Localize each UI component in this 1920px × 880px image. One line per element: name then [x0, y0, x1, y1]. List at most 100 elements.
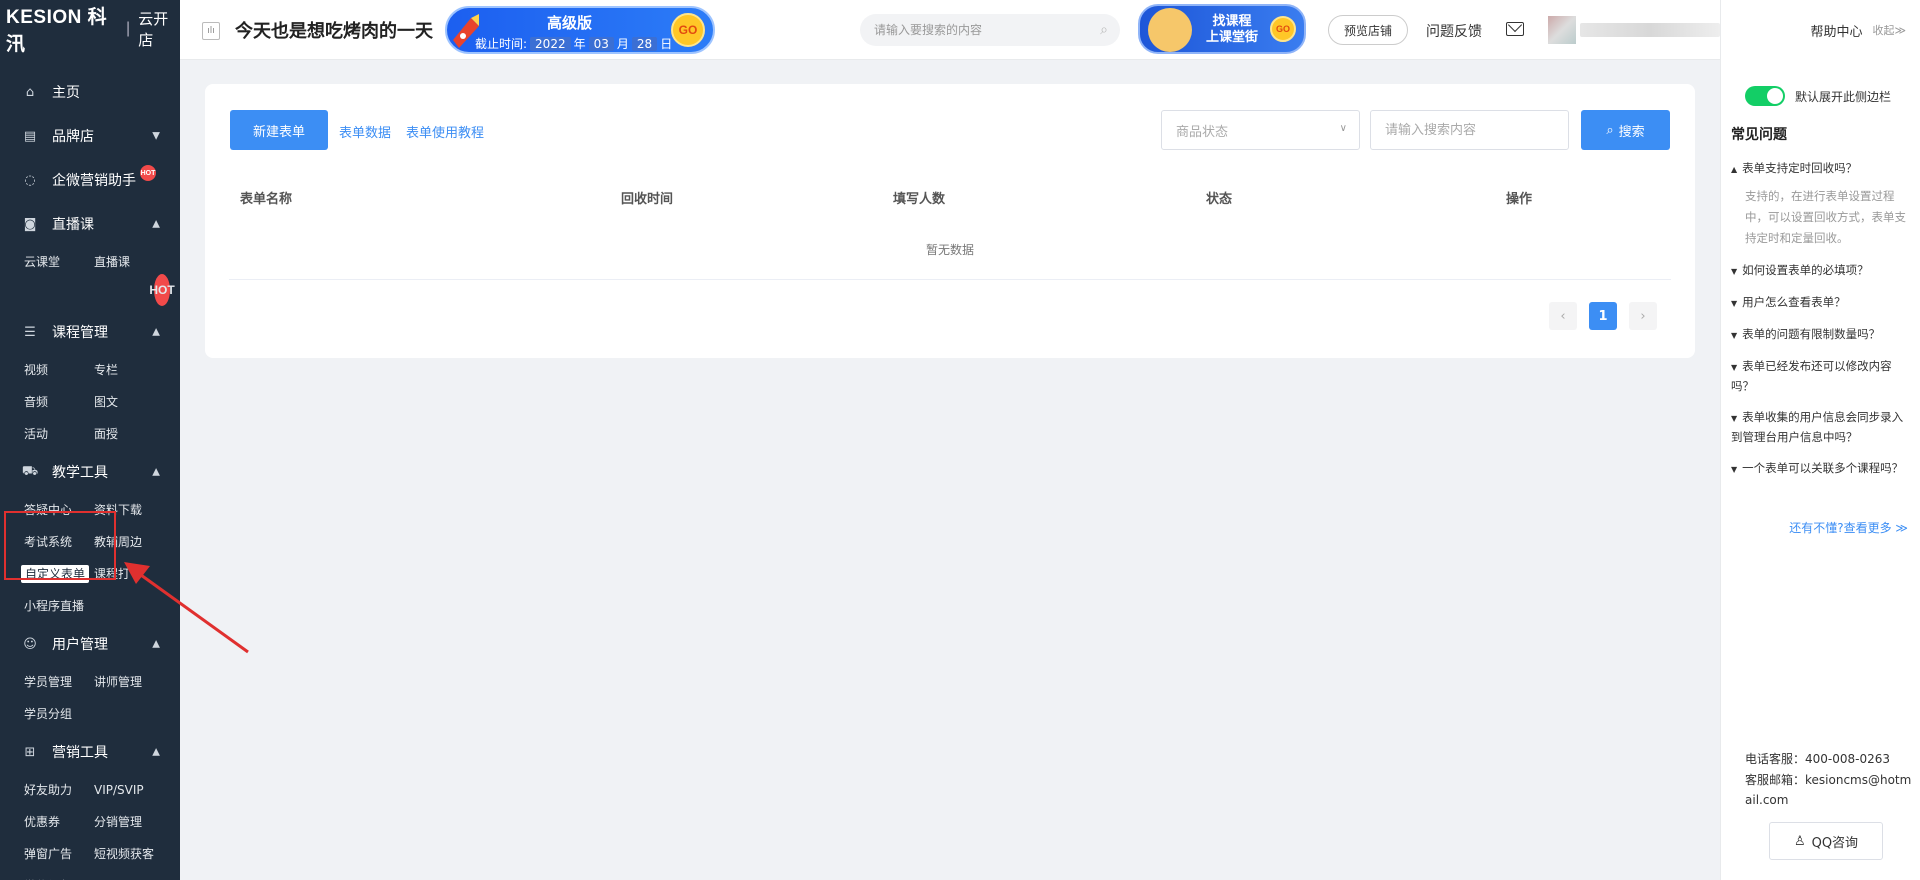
logo-sub: 云开店 [138, 11, 169, 49]
caret-up-icon: ▲ [1731, 165, 1738, 174]
prev-page-button[interactable]: ‹ [1549, 302, 1577, 330]
default-expand-toggle[interactable] [1745, 86, 1785, 106]
faq-item[interactable]: ▼ 表单已经发布还可以修改内容吗？ [1731, 357, 1909, 395]
nav-home[interactable]: ⌂ 主页 [0, 70, 180, 114]
chevron-down-icon: ▼ [152, 130, 160, 142]
go-badge: GO [671, 13, 705, 47]
sidebar-item-teachers[interactable]: 讲师管理 [94, 666, 180, 698]
sidebar-item-wechat-channel[interactable]: 微信视频号 [24, 870, 94, 880]
cart-icon: ⛟ [21, 463, 39, 479]
sidebar-item-students[interactable]: 学员管理 [24, 666, 94, 698]
form-search-input[interactable] [1370, 110, 1569, 150]
hot-badge: HOT [140, 165, 156, 181]
sidebar-item-article[interactable]: 图文 [94, 386, 180, 418]
caret-down-icon: ▼ [1731, 299, 1738, 308]
caret-down-icon: ▼ [1731, 363, 1738, 372]
nav-teaching-tools[interactable]: ⛟ 教学工具 ▲ [0, 450, 180, 494]
go-badge: GO [1270, 16, 1296, 42]
collapse-button[interactable]: 收起≫ [1872, 22, 1906, 38]
sidebar-item-coupons[interactable]: 优惠券 [24, 806, 94, 838]
sidebar-item-cloud-class[interactable]: 云课堂 [24, 246, 94, 278]
annotation-arrow [124, 562, 249, 654]
caret-down-icon: ▼ [1731, 465, 1738, 474]
nav-wecom-assistant[interactable]: ◌ 企微营销助手 HOT [0, 158, 180, 202]
hot-badge: HOT [149, 274, 175, 306]
caret-down-icon: ▼ [1731, 414, 1738, 423]
faq-item[interactable]: ▼ 表单收集的用户信息会同步录入到管理台用户信息中吗？ [1731, 408, 1909, 446]
sidebar-item-offline[interactable]: 面授 [94, 418, 180, 450]
home-icon: ⌂ [25, 84, 35, 100]
form-tutorial-link[interactable]: 表单使用教程 [406, 122, 484, 141]
feedback-link[interactable]: 问题反馈 [1426, 21, 1482, 41]
caret-down-icon: ▼ [1731, 267, 1738, 276]
faq-item[interactable]: ▲ 表单支持定时回收吗？ [1731, 159, 1909, 179]
logo-brand: KESION 科汛 [6, 7, 108, 55]
faq-item[interactable]: ▼ 表单的问题有限制数量吗？ [1731, 325, 1909, 345]
chevron-down-icon: ∨ [1339, 123, 1347, 134]
sidebar: KESION 科汛 | 云开店 ⌂ 主页 ▤ 品牌店 ▼ ◌ 企微营销助手 HO… [0, 0, 180, 880]
logo[interactable]: KESION 科汛 | 云开店 [0, 0, 180, 58]
page-number-current[interactable]: 1 [1589, 302, 1617, 330]
faq-item[interactable]: ▼ 如何设置表单的必填项？ [1731, 261, 1909, 281]
phone-contact: 电话客服：400-008-0263 [1745, 752, 1891, 766]
more-help-link[interactable]: 还有不懂?查看更多 ≫ [1789, 519, 1908, 536]
default-expand-label: 默认展开此侧边栏 [1795, 89, 1892, 104]
qq-icon: ♙ [1793, 833, 1806, 849]
column-header-recycle-time: 回收时间 [621, 192, 674, 207]
nav-brand-store[interactable]: ▤ 品牌店 ▼ [0, 114, 180, 158]
faq-item[interactable]: ▼ 用户怎么查看表单？ [1731, 293, 1909, 313]
qq-consult-button[interactable]: ♙ QQ咨询 [1769, 822, 1883, 860]
avatar[interactable] [1548, 16, 1576, 44]
search-button[interactable]: ⌕ 搜索 [1581, 110, 1670, 150]
sidebar-item-distribution[interactable]: 分销管理 [94, 806, 180, 838]
chevron-up-icon: ▲ [152, 746, 160, 758]
sidebar-item-friend-help[interactable]: 好友助力 [24, 774, 94, 806]
sidebar-item-column[interactable]: 专栏 [94, 354, 180, 386]
sidebar-item-student-groups[interactable]: 学员分组 [24, 698, 94, 730]
list-icon: ☰ [24, 324, 36, 340]
sidebar-item-popup-ads[interactable]: 弹窗广告 [24, 838, 94, 870]
new-form-button[interactable]: 新建表单 [230, 110, 328, 150]
global-search-input[interactable] [874, 23, 1074, 37]
column-header-form-name: 表单名称 [240, 192, 293, 207]
status-select[interactable]: 商品状态 ∨ [1161, 110, 1360, 150]
shop-title: 今天也是想吃烤肉的一天 [235, 21, 433, 42]
caret-down-icon: ▼ [1731, 331, 1738, 340]
vip-banner[interactable]: 高级版 截止时间: 2022 年 03 月 28 日 GO [445, 6, 715, 54]
highlight-box [4, 511, 116, 580]
gift-icon: ⊞ [24, 744, 36, 760]
global-search: ⌕ [860, 14, 1120, 46]
column-header-participants: 填写人数 [893, 192, 946, 207]
faq-title: 常见问题 [1731, 127, 1787, 143]
sidebar-item-short-video[interactable]: 短视频获客 [94, 838, 180, 870]
sidebar-item-audio[interactable]: 音频 [24, 386, 94, 418]
sidebar-item-activity[interactable]: 活动 [24, 418, 94, 450]
form-data-link[interactable]: 表单数据 [339, 122, 391, 141]
search-icon[interactable]: ⌕ [1100, 22, 1108, 38]
help-panel: 帮助中心 收起≫ 默认展开此侧边栏 常见问题 ▲ 表单支持定时回收吗？ 支持的，在… [1720, 0, 1920, 880]
vip-expire-date: 截止时间: 2022 年 03 月 28 日 [475, 36, 673, 51]
chevron-up-icon: ▲ [152, 326, 160, 338]
faq-answer: 支持的，在进行表单设置过程中，可以设置回收方式，表单支持定时和定量回收。 [1745, 189, 1906, 245]
camera-icon: ◙ [23, 216, 37, 232]
chevron-up-icon: ▲ [152, 466, 160, 478]
column-header-status: 状态 [1206, 192, 1233, 207]
next-page-button[interactable]: › [1629, 302, 1657, 330]
find-course-banner[interactable]: 找课程 上课堂街 GO [1138, 4, 1306, 54]
nav-live-course[interactable]: ◙ 直播课 ▲ [0, 202, 180, 246]
nav-course-mgmt[interactable]: ☰ 课程管理 ▲ [0, 310, 180, 354]
sidebar-item-video[interactable]: 视频 [24, 354, 94, 386]
sidebar-item-miniapp-live[interactable]: 小程序直播 [24, 590, 94, 622]
username-blurred[interactable] [1580, 23, 1720, 37]
menu-toggle-icon[interactable]: ılı [202, 22, 220, 40]
sidebar-item-vip[interactable]: VIP/SVIP [94, 774, 180, 806]
user-icon: ☺ [23, 636, 37, 652]
mail-icon[interactable] [1506, 22, 1524, 36]
email-contact: 客服邮箱：kesioncms@hotmail.com [1745, 773, 1912, 807]
nav-marketing-tools[interactable]: ⊞ 营销工具 ▲ [0, 730, 180, 774]
preview-store-button[interactable]: 预览店铺 [1328, 15, 1408, 45]
search-icon: ⌕ [1606, 122, 1614, 138]
faq-item[interactable]: ▼ 一个表单可以关联多个课程吗？ [1731, 459, 1909, 479]
help-center-title: 帮助中心 [1810, 24, 1863, 40]
mascot-icon [1148, 8, 1192, 52]
